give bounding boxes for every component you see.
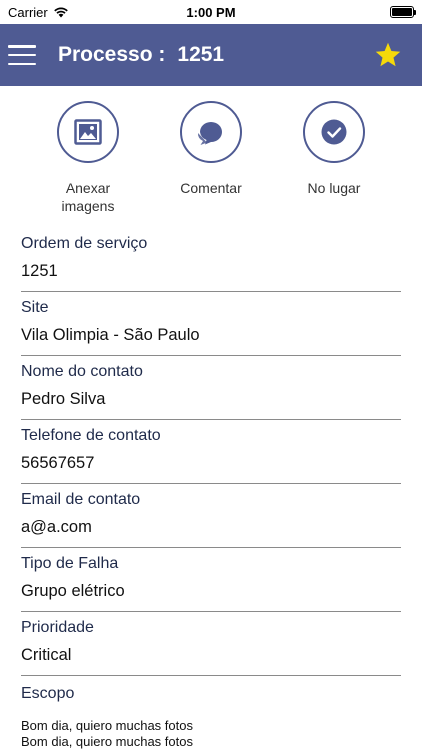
battery-icon bbox=[390, 6, 416, 18]
contact-name-input[interactable] bbox=[21, 386, 401, 412]
on-site-label: No lugar bbox=[307, 180, 361, 196]
comment-circle[interactable] bbox=[180, 101, 242, 163]
attach-images-label: Anexar imagens bbox=[61, 180, 115, 214]
field-label: Prioridade bbox=[21, 619, 94, 636]
on-site-circle[interactable] bbox=[303, 101, 365, 163]
field-label: Ordem de serviço bbox=[21, 235, 148, 252]
check-icon bbox=[321, 119, 347, 145]
scope-label: Escopo bbox=[21, 685, 75, 702]
field-contact-phone: Telefone de contato bbox=[21, 420, 401, 484]
failure-type-input[interactable] bbox=[21, 578, 401, 604]
nav-bar: Processo : 1251 bbox=[0, 24, 422, 86]
page-title-prefix: Processo : bbox=[58, 43, 166, 66]
field-service-order: Ordem de serviço bbox=[21, 228, 401, 292]
service-order-input[interactable] bbox=[21, 258, 401, 284]
field-label: Site bbox=[21, 299, 49, 316]
field-site: Site bbox=[21, 292, 401, 356]
contact-email-input[interactable] bbox=[21, 514, 401, 540]
page-title: Processo : 1251 bbox=[58, 43, 224, 67]
field-label: Email de contato bbox=[21, 491, 141, 508]
status-left: Carrier bbox=[8, 5, 69, 20]
field-priority: Prioridade bbox=[21, 612, 401, 676]
comment-icon bbox=[197, 122, 222, 145]
field-label: Tipo de Falha bbox=[21, 555, 119, 572]
action-bar: Anexar imagens Comentar No lugar bbox=[0, 86, 422, 228]
field-label: Nome do contato bbox=[21, 363, 143, 380]
star-icon[interactable] bbox=[374, 41, 402, 69]
field-failure-type: Tipo de Falha bbox=[21, 548, 401, 612]
image-icon bbox=[74, 119, 102, 145]
site-input[interactable] bbox=[21, 322, 401, 348]
scope-textarea[interactable]: Bom dia, quiero muchas fotos Bom dia, qu… bbox=[21, 718, 401, 750]
contact-phone-input[interactable] bbox=[21, 450, 401, 476]
on-site-button[interactable]: No lugar bbox=[274, 101, 394, 228]
service-order-form: Ordem de serviço Site Nome do contato Te… bbox=[0, 228, 422, 750]
menu-icon[interactable] bbox=[8, 45, 36, 65]
field-contact-name: Nome do contato bbox=[21, 356, 401, 420]
wifi-icon bbox=[53, 7, 68, 18]
comment-button[interactable]: Comentar bbox=[151, 101, 271, 228]
process-number: 1251 bbox=[177, 43, 225, 66]
field-contact-email: Email de contato bbox=[21, 484, 401, 548]
carrier-label: Carrier bbox=[8, 4, 48, 20]
comment-label: Comentar bbox=[180, 180, 242, 196]
field-label: Telefone de contato bbox=[21, 427, 161, 444]
status-bar: Carrier 1:00 PM bbox=[0, 0, 422, 24]
attach-images-circle[interactable] bbox=[57, 101, 119, 163]
attach-images-button[interactable]: Anexar imagens bbox=[28, 101, 148, 228]
priority-input[interactable] bbox=[21, 642, 401, 668]
